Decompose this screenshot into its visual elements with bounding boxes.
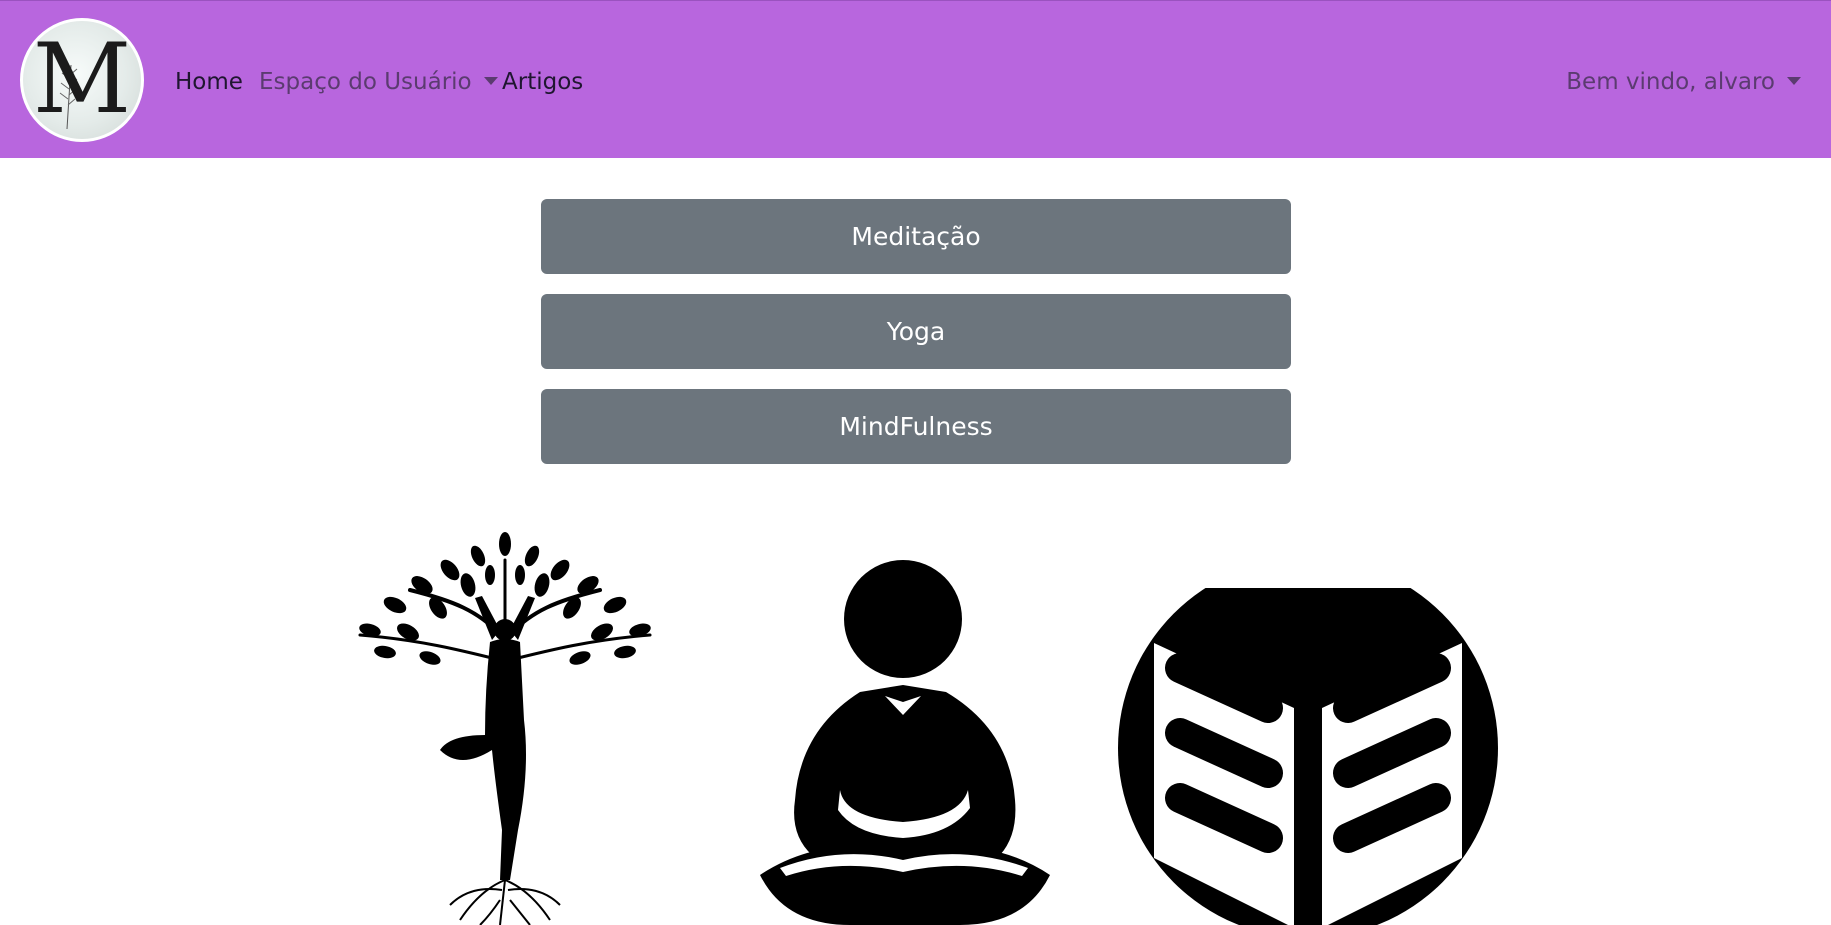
nav-user-space-dropdown[interactable]: Espaço do Usuário: [259, 67, 498, 97]
site-logo[interactable]: M: [20, 18, 144, 142]
caret-down-icon: [1787, 77, 1801, 85]
book-icon[interactable]: [1118, 588, 1498, 925]
yoga-tree-icon[interactable]: [350, 530, 660, 925]
nav-articles-link[interactable]: Artigos: [502, 67, 583, 97]
nav-home-link[interactable]: Home: [175, 67, 243, 97]
top-navbar: M Home Espaço do Usuário Artigos Bem vin…: [0, 0, 1831, 158]
mindfulness-button[interactable]: MindFulness: [541, 389, 1291, 464]
user-greeting: Bem vindo, alvaro: [1566, 69, 1775, 95]
meditation-person-icon[interactable]: [760, 560, 1060, 925]
nav-user-space-label: Espaço do Usuário: [259, 69, 472, 95]
meditation-button[interactable]: Meditação: [541, 199, 1291, 274]
user-menu-dropdown[interactable]: Bem vindo, alvaro: [1566, 67, 1801, 97]
logo-letter: M: [32, 23, 132, 135]
caret-down-icon: [483, 77, 498, 85]
yoga-button[interactable]: Yoga: [541, 294, 1291, 369]
